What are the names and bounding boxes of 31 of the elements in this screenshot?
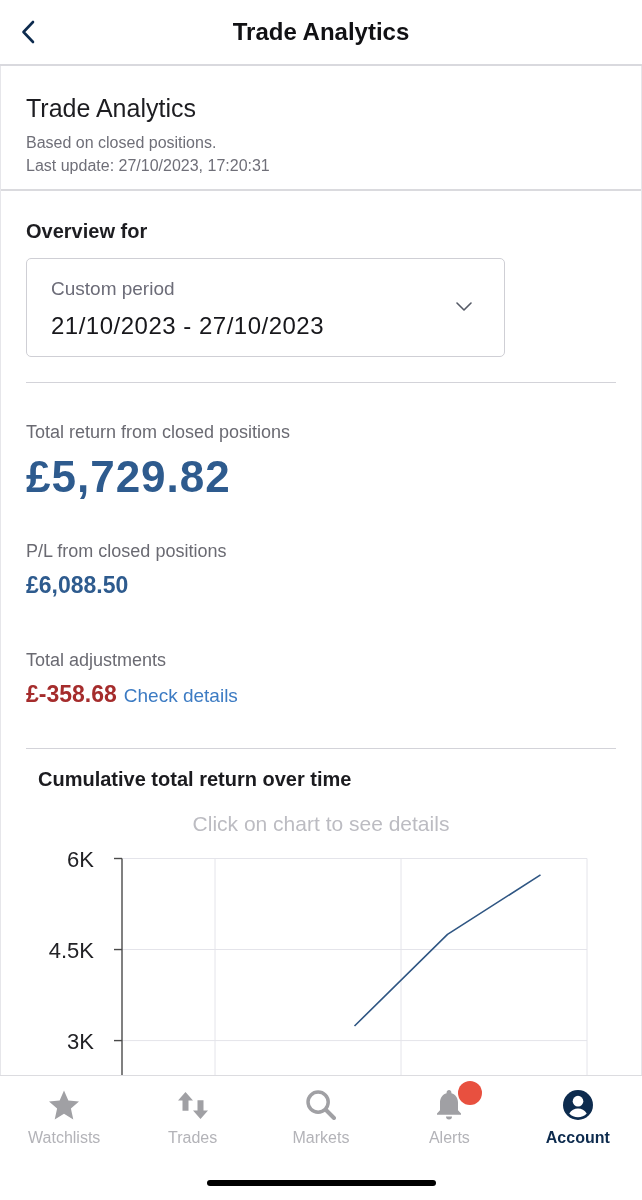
chevron-down-icon (456, 301, 472, 311)
tab-bar-item[interactable]: Watchlists (0, 1076, 129, 1147)
tab-bar-item[interactable]: Account (513, 1076, 642, 1147)
chevron-left-icon (21, 20, 35, 44)
dropdown-value: 21/10/2023 - 27/10/2023 (51, 312, 325, 339)
metric-value: £-358.68 (26, 680, 117, 707)
page-title: Trade Analytics (232, 17, 410, 47)
user-icon (562, 1090, 593, 1120)
up-down-arrows-icon (177, 1091, 208, 1119)
period-dropdown[interactable]: Custom period 21/10/2023 - 27/10/2023 (26, 257, 505, 357)
tab-bar-item[interactable]: Markets (256, 1076, 386, 1147)
y-tick-label: 4.5K (48, 937, 94, 963)
y-tick-label: 3K (67, 1028, 94, 1054)
tab-bar-item[interactable]: Alerts (385, 1076, 514, 1147)
last-update-text: Last update: 27/10/2023, 17:20:31 (26, 155, 270, 176)
details-link[interactable]: Check details (123, 682, 238, 709)
search-icon (306, 1090, 336, 1120)
chart-title: Cumulative total return over time (38, 766, 352, 791)
metric-value: £6,088.50 (26, 571, 129, 598)
subtitle-text: Based on closed positions. (26, 132, 217, 153)
tab-bar-item[interactable]: Trades (128, 1076, 257, 1147)
metric-label: Total return from closed positions (26, 420, 291, 443)
metric-label: Total adjustments (26, 648, 167, 671)
y-tick-label: 6K (67, 846, 94, 871)
metric-label: P/L from closed positions (26, 539, 227, 562)
star-icon (49, 1090, 80, 1120)
section-title: Trade Analytics (26, 93, 196, 123)
dropdown-label: Custom period (51, 277, 175, 300)
metric-value: £5,729.82 (26, 451, 231, 502)
overview-label: Overview for (26, 218, 148, 243)
chart-hint: Click on chart to see details (192, 810, 450, 837)
